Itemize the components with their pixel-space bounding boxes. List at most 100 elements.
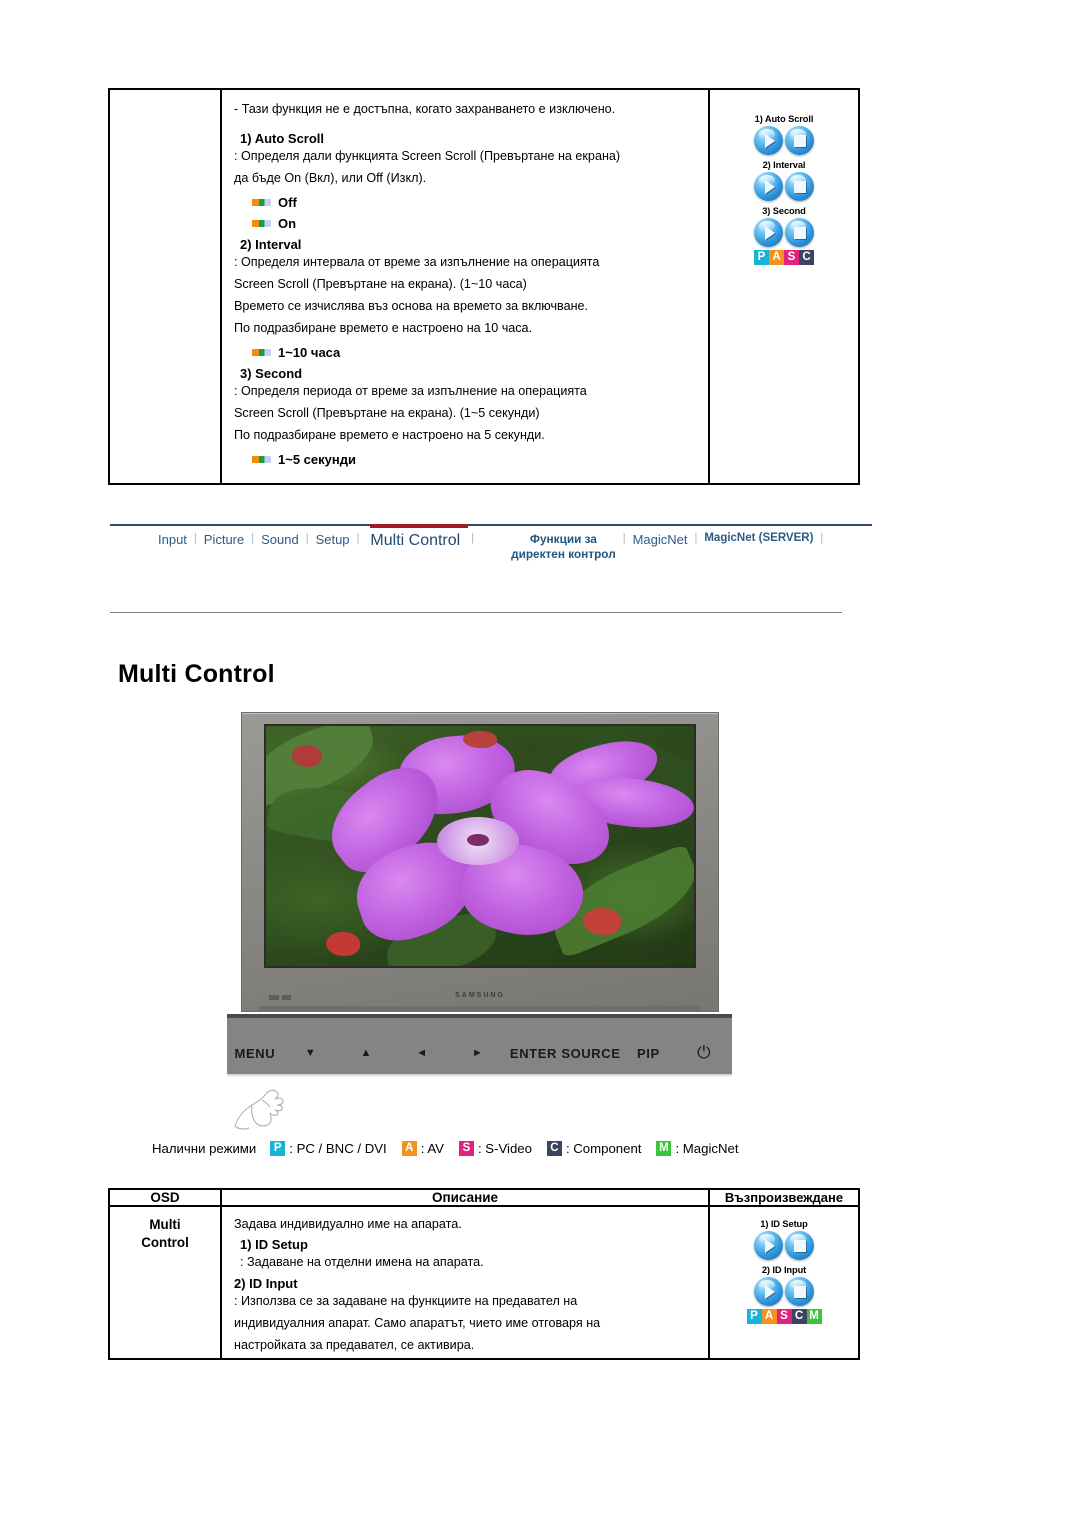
- nav-item-direct-control[interactable]: Функции за директен контрол: [511, 532, 616, 562]
- mode-text: : AV: [420, 1141, 444, 1156]
- playback-group-id-input: 2) ID Input P A S C M: [710, 1265, 858, 1324]
- mode-badge-s: S: [784, 250, 799, 265]
- pointing-hand-icon: [234, 1089, 284, 1130]
- mode-badge-m: M: [806, 1309, 822, 1324]
- table-cell-playback: 1) ID Setup 2) ID Input P A S C M: [710, 1207, 858, 1358]
- control-button-up-icon[interactable]: ▲: [338, 1033, 394, 1059]
- mode-badge-m: M: [656, 1141, 672, 1156]
- control-button-menu[interactable]: MENU: [227, 1032, 283, 1061]
- tricolor-bullet-icon: [252, 198, 271, 206]
- nav-separator: |: [356, 532, 360, 544]
- playback-group-id-setup: 1) ID Setup: [710, 1219, 858, 1260]
- tricolor-bullet-icon: [252, 219, 271, 227]
- mode-badge-s: S: [776, 1309, 792, 1324]
- option-label: On: [278, 215, 297, 231]
- nav-separator: |: [820, 532, 824, 544]
- playback-group-auto-scroll: 1) Auto Scroll: [710, 114, 858, 155]
- table-cell-description: Задава индивидуално име на апарата. 1) I…: [222, 1207, 710, 1359]
- table-header-playback: Възпроизвеждане: [724, 1190, 844, 1205]
- setting-heading: 2) Interval: [240, 236, 302, 252]
- scroll-settings-table: - Тази функция не е достъпна, когато зах…: [108, 88, 860, 485]
- stop-button-icon[interactable]: [785, 172, 814, 201]
- play-button-icon[interactable]: [754, 1277, 783, 1306]
- control-button-pip[interactable]: PIP: [621, 1032, 677, 1061]
- table-column-osd-empty: [110, 90, 222, 483]
- sub-line: : Задаване на отделни имена на апарата.: [240, 1255, 484, 1270]
- mode-badge-c: C: [791, 1309, 807, 1324]
- control-button-enter[interactable]: ENTER: [506, 1032, 562, 1061]
- mode-badge-a: A: [401, 1141, 417, 1156]
- mode-text: : S-Video: [477, 1141, 532, 1156]
- nav-item-magicnet[interactable]: MagicNet: [633, 532, 688, 547]
- osd-name-line1: Multi: [149, 1217, 181, 1232]
- playback-caption: 1) Auto Scroll: [754, 114, 814, 124]
- setting-line: Screen Scroll (Превъртане на екрана). (1…: [234, 406, 540, 421]
- setting-line: : Определя интервала от време за изпълне…: [234, 254, 600, 269]
- setting-line: Времето се изчислява въз основа на време…: [234, 299, 589, 314]
- control-button-left-icon[interactable]: ◄: [394, 1033, 450, 1059]
- control-button-source[interactable]: SOURCE: [561, 1032, 620, 1061]
- tricolor-bullet-icon: [252, 455, 271, 463]
- stop-button-icon[interactable]: [785, 1277, 814, 1306]
- monitor-control-panel: MENU ▼ ▲ ◄ ► ENTER SOURCE PIP ⏻: [227, 1014, 732, 1074]
- mode-badge-p: P: [754, 250, 769, 265]
- power-button-icon[interactable]: ⏻: [676, 1029, 732, 1063]
- playback-caption: 2) Interval: [762, 160, 806, 170]
- mode-badge-p: P: [270, 1141, 286, 1156]
- stop-button-icon[interactable]: [785, 1231, 814, 1260]
- sub-line: настройката за предавател, се активира.: [234, 1338, 475, 1353]
- table-row: Multi Control Задава индивидуално име на…: [110, 1207, 858, 1359]
- stop-button-icon[interactable]: [785, 126, 814, 155]
- nav-top-rule: [110, 524, 872, 526]
- stop-button-icon[interactable]: [785, 218, 814, 247]
- table-column-playback: 1) Auto Scroll 2) Interval 3) Second P A…: [710, 90, 858, 483]
- mode-badge-p: P: [746, 1309, 762, 1324]
- playback-group-interval: 2) Interval: [710, 160, 858, 201]
- sub-heading-id-input: 2) ID Input: [234, 1275, 298, 1291]
- table-header-description: Описание: [222, 1190, 710, 1205]
- nav-item-direct-control-label: Функции за директен контрол: [511, 532, 616, 561]
- nav-item-multi-control[interactable]: Multi Control: [366, 530, 464, 549]
- table-column-description: - Тази функция не е достъпна, когато зах…: [222, 90, 710, 483]
- play-button-icon[interactable]: [754, 1231, 783, 1260]
- option-row: 1~10 часа: [252, 345, 698, 360]
- mode-entry-magicnet: M : MagicNet: [656, 1141, 739, 1156]
- monitor-illustration: SAMSUNG: [241, 712, 719, 1012]
- sub-heading-id-setup: 1) ID Setup: [240, 1237, 308, 1253]
- control-button-right-icon[interactable]: ►: [450, 1033, 506, 1059]
- play-button-icon[interactable]: [754, 172, 783, 201]
- play-button-icon[interactable]: [754, 218, 783, 247]
- playback-caption: 2) ID Input: [761, 1265, 807, 1275]
- nav-item-input[interactable]: Input: [158, 532, 187, 547]
- nav-separator: |: [251, 532, 255, 544]
- nav-item-magicnet-server[interactable]: MagicNet (SERVER): [704, 532, 813, 544]
- mode-badge-c: C: [799, 250, 814, 265]
- control-button-down-icon[interactable]: ▼: [283, 1033, 339, 1059]
- playback-caption: 3) Second: [762, 206, 806, 216]
- setting-line: : Определя дали функцията Screen Scroll …: [234, 149, 621, 163]
- intro-note: - Тази функция не е достъпна, когато зах…: [234, 102, 616, 116]
- sub-line: индивидуалния апарат. Само апаратът, чие…: [234, 1315, 601, 1330]
- sub-line: : Използва се за задаване на функциите н…: [234, 1293, 578, 1308]
- mode-entry-av: A : AV: [401, 1141, 444, 1156]
- control-panel-shadow: [227, 1074, 732, 1077]
- option-label: 1~5 секунди: [278, 451, 356, 467]
- table-cell-osd: Multi Control: [110, 1207, 222, 1359]
- play-button-icon[interactable]: [754, 126, 783, 155]
- option-row: 1~5 секунди: [252, 452, 698, 467]
- setting-heading: 3) Second: [240, 365, 303, 381]
- option-label: Off: [278, 194, 297, 210]
- section-navigation: Input | Picture | Sound | Setup | Multi …: [110, 524, 872, 580]
- mode-entry-component: C : Component: [546, 1141, 641, 1156]
- nav-item-setup[interactable]: Setup: [316, 532, 350, 547]
- table-header-row: OSD Описание Възпроизвеждане: [110, 1190, 858, 1207]
- setting-heading: 1) Auto Scroll: [240, 131, 325, 146]
- flower-photo: [266, 726, 694, 966]
- setting-line: По подразбиране времето е настроено на 5…: [234, 428, 545, 443]
- playback-caption: 1) ID Setup: [760, 1219, 808, 1229]
- nav-item-sound[interactable]: Sound: [261, 532, 299, 547]
- monitor-screen: [264, 724, 696, 968]
- nav-item-picture[interactable]: Picture: [204, 532, 244, 547]
- description-intro: Задава индивидуално име на апарата.: [234, 1217, 462, 1231]
- setting-block-interval: 2) Interval : Определя интервала от врем…: [234, 237, 698, 360]
